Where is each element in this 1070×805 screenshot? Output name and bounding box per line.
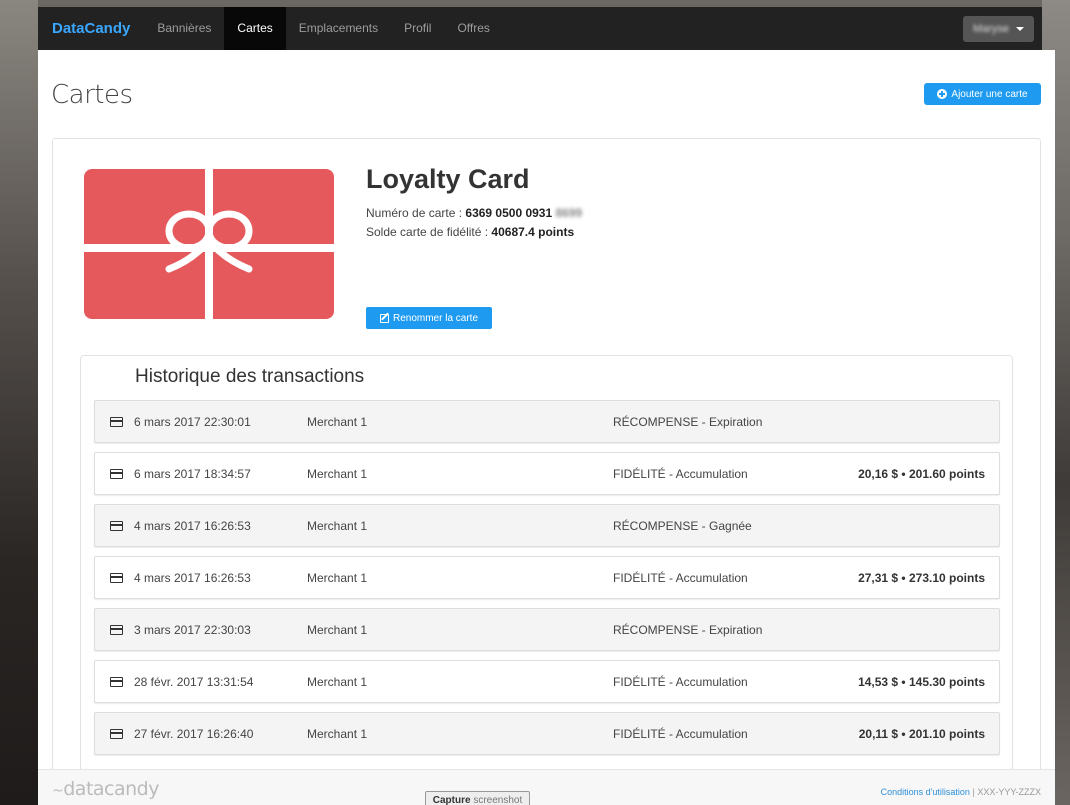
transaction-type: FIDÉLITÉ - Accumulation: [613, 726, 748, 741]
transaction-type: FIDÉLITÉ - Accumulation: [613, 466, 748, 481]
card-name: Loyalty Card: [366, 164, 530, 194]
transaction-row[interactable]: 4 mars 2017 16:26:53 Merchant 1 RÉCOMPENSE…: [94, 504, 1000, 547]
credit-card-icon: [110, 624, 123, 635]
credit-card-icon: [110, 416, 123, 427]
gift-ribbon-icon: [84, 169, 334, 319]
credit-card-icon: [110, 676, 123, 687]
transaction-type: RÉCOMPENSE - Expiration: [613, 622, 763, 637]
footer-logo: ~datacandy: [52, 778, 159, 800]
main-container: Cartes Ajouter une carte Loyalty Card Nu…: [38, 50, 1055, 785]
page-title: Cartes: [51, 80, 133, 110]
transaction-date: 6 mars 2017 22:30:01: [134, 414, 251, 429]
transaction-date: 27 févr. 2017 16:26:40: [134, 726, 254, 741]
footer-separator: |: [972, 787, 975, 797]
transaction-amount: 20,16 $ • 201.60 points: [858, 466, 985, 481]
edit-icon: [379, 313, 389, 323]
transaction-list: 6 mars 2017 22:30:01 Merchant 1 RÉCOMPENSE…: [94, 400, 1000, 764]
nav-item-profil[interactable]: Profil: [391, 7, 444, 50]
transaction-merchant: Merchant 1: [307, 622, 368, 637]
nav-item-bannieres[interactable]: Bannières: [144, 7, 224, 50]
user-name: Maryse: [972, 22, 1009, 35]
footer-code: XXX-YYY-ZZZX: [977, 787, 1041, 797]
card-panel: Loyalty Card Numéro de carte : 6369 0500…: [52, 138, 1041, 785]
transaction-merchant: Merchant 1: [307, 518, 368, 533]
credit-card-icon: [110, 468, 123, 479]
footer-links: Conditions d'utilisation | XXX-YYY-ZZZX: [881, 787, 1041, 797]
rename-card-label: Renommer la carte: [392, 312, 479, 324]
footer-logo-text: datacandy: [63, 778, 159, 800]
nav-item-emplacements[interactable]: Emplacements: [286, 7, 391, 50]
transaction-date: 28 févr. 2017 13:31:54: [134, 674, 254, 689]
transaction-row[interactable]: 3 mars 2017 22:30:03 Merchant 1 RÉCOMPENSE…: [94, 608, 1000, 651]
terms-link[interactable]: Conditions d'utilisation: [881, 787, 970, 797]
transaction-date: 6 mars 2017 18:34:57: [134, 466, 251, 481]
card-number-label: Numéro de carte :: [366, 206, 463, 220]
transaction-merchant: Merchant 1: [307, 726, 368, 741]
transaction-row[interactable]: 27 févr. 2017 16:26:40 Merchant 1 FIDÉLITÉ…: [94, 712, 1000, 755]
screenshot-label: screenshot: [473, 795, 523, 805]
card-number-hidden: 8699: [555, 206, 583, 220]
card-balance-value: 40687.4 points: [491, 225, 575, 239]
transaction-type: FIDÉLITÉ - Accumulation: [613, 674, 748, 689]
card-number-line: Numéro de carte : 6369 0500 0931 8699: [366, 206, 582, 220]
transaction-row[interactable]: 6 mars 2017 18:34:57 Merchant 1 FIDÉLITÉ -…: [94, 452, 1000, 495]
transaction-row[interactable]: 6 mars 2017 22:30:01 Merchant 1 RÉCOMPENSE…: [94, 400, 1000, 443]
transaction-amount: 20,11 $ • 201.10 points: [858, 726, 985, 741]
transaction-row[interactable]: 28 févr. 2017 13:31:54 Merchant 1 FIDÉLITÉ…: [94, 660, 1000, 703]
card-balance-line: Solde carte de fidélité : 40687.4 points: [366, 225, 574, 239]
transaction-type: RÉCOMPENSE - Expiration: [613, 414, 763, 429]
credit-card-icon: [110, 520, 123, 531]
caret-down-icon: [1016, 26, 1024, 31]
brand-logo[interactable]: DataCandy: [38, 20, 144, 37]
transaction-type: RÉCOMPENSE - Gagnée: [613, 518, 752, 533]
transaction-merchant: Merchant 1: [307, 466, 368, 481]
capture-label: Capture: [432, 795, 471, 805]
credit-card-icon: [110, 572, 123, 583]
card-number-value: 6369 0500 0931: [465, 206, 553, 220]
rename-card-button[interactable]: Renommer la carte: [366, 307, 492, 329]
card-balance-label: Solde carte de fidélité :: [366, 225, 489, 239]
transaction-amount: 27,31 $ • 273.10 points: [858, 570, 985, 585]
transaction-history-panel: Historique des transactions 6 mars 2017 …: [80, 355, 1013, 785]
transaction-merchant: Merchant 1: [307, 674, 368, 689]
transaction-amount: 14,53 $ • 145.30 points: [858, 674, 985, 689]
transaction-merchant: Merchant 1: [307, 414, 368, 429]
transaction-date: 4 mars 2017 16:26:53: [134, 518, 251, 533]
add-card-label: Ajouter une carte: [951, 88, 1028, 100]
history-title: Historique des transactions: [135, 366, 365, 387]
transaction-date: 3 mars 2017 22:30:03: [134, 622, 251, 637]
credit-card-icon: [110, 728, 123, 739]
nav-item-cartes[interactable]: Cartes: [224, 7, 286, 50]
transaction-merchant: Merchant 1: [307, 570, 368, 585]
add-card-button[interactable]: Ajouter une carte: [924, 83, 1041, 105]
transaction-date: 4 mars 2017 16:26:53: [134, 570, 251, 585]
user-menu-dropdown[interactable]: Maryse: [962, 15, 1034, 42]
capture-screenshot-button[interactable]: Capture screenshot: [425, 791, 530, 805]
plus-circle-icon: [937, 89, 948, 99]
top-navbar: DataCandy Bannières Cartes Emplacements …: [38, 7, 1042, 50]
footer: ~datacandy Capture screenshot Conditions…: [38, 769, 1055, 805]
background-left: [0, 0, 38, 805]
transaction-type: FIDÉLITÉ - Accumulation: [613, 570, 748, 585]
nav-item-offres[interactable]: Offres: [444, 7, 502, 50]
transaction-row[interactable]: 4 mars 2017 16:26:53 Merchant 1 FIDÉLITÉ -…: [94, 556, 1000, 599]
gift-card-image: [84, 169, 334, 319]
